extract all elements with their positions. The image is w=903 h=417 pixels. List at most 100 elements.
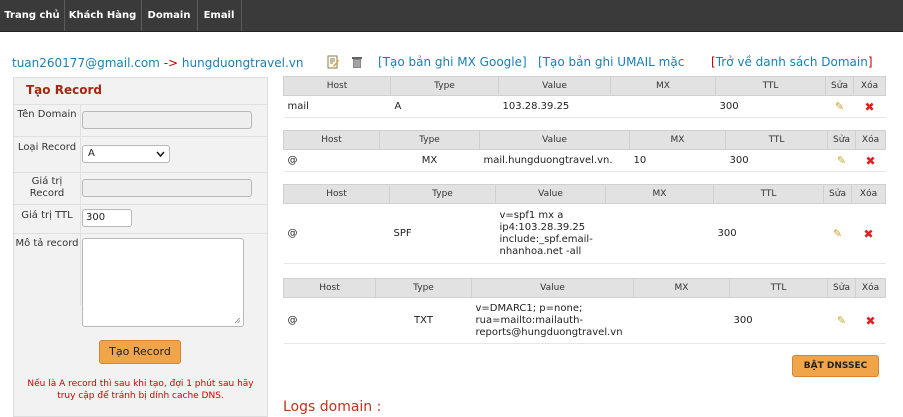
delete-cell[interactable]: ✖ — [853, 95, 886, 118]
table-row: mail A 103.28.39.25 300 ✎ ✖ — [283, 95, 886, 118]
value-input[interactable] — [82, 179, 252, 197]
divider — [80, 104, 81, 306]
record-ttl: 300 — [725, 149, 828, 172]
edit-cell[interactable]: ✎ — [827, 297, 856, 344]
arrow-text: -> — [163, 56, 179, 70]
desc-textarea[interactable] — [82, 238, 244, 327]
desc-label: Mô tả record — [15, 238, 79, 249]
record-mx — [605, 203, 714, 264]
create-umail-link[interactable]: [Tạo bản ghi UMAIL mặc — [538, 55, 684, 69]
pencil-icon[interactable]: ✎ — [837, 314, 846, 327]
record-table-spf: Host Type Value MX TTL Sửa Xóa @ SPF v=s… — [283, 184, 886, 264]
top-nav: Trang chủ Khách Hàng Domain Email — [0, 0, 903, 32]
ttl-input-value: 300 — [86, 212, 106, 223]
col-value: Value — [495, 184, 606, 204]
create-mx-google-link[interactable]: [Tạo bản ghi MX Google] — [378, 55, 527, 69]
record-value: v=spf1 mx a ip4:103.28.39.25 include:_sp… — [495, 203, 606, 264]
x-icon[interactable]: ✖ — [864, 100, 874, 114]
logs-domain-title: Logs domain : — [283, 399, 382, 415]
nav-customers[interactable]: Khách Hàng — [64, 0, 142, 31]
col-type: Type — [389, 184, 496, 204]
edit-doc-icon[interactable] — [326, 55, 340, 69]
record-type: MX — [379, 149, 480, 172]
value-label: Giá trị Record — [29, 176, 65, 199]
x-icon[interactable]: ✖ — [865, 154, 875, 168]
record-table-mx: Host Type Value MX TTL Sửa Xóa @ MX mail… — [283, 130, 886, 172]
edit-cell[interactable]: ✎ — [823, 203, 852, 264]
col-host: Host — [283, 278, 376, 298]
divider — [14, 172, 267, 173]
col-edit: Sửa — [823, 184, 852, 204]
pencil-icon[interactable]: ✎ — [837, 154, 846, 167]
record-host: @ — [283, 203, 390, 264]
nav-domain[interactable]: Domain — [141, 0, 198, 31]
domain-link[interactable]: hungduongtravel.vn — [182, 56, 304, 70]
record-mx — [610, 95, 716, 118]
record-mx — [633, 297, 730, 344]
col-ttl: TTL — [713, 184, 824, 204]
col-delete: Xóa — [851, 184, 886, 204]
col-ttl: TTL — [715, 76, 826, 96]
col-type: Type — [375, 278, 472, 298]
record-value: 103.28.39.25 — [498, 95, 611, 118]
create-record-button[interactable]: Tạo Record — [99, 340, 181, 364]
record-host: mail — [283, 95, 391, 118]
table-row: @ TXT v=DMARC1; p=none; rua=mailto:maila… — [283, 297, 886, 344]
record-value: mail.hungduongtravel.vn. — [479, 149, 630, 172]
table-header: Host Type Value MX TTL Sửa Xóa — [283, 130, 886, 150]
record-ttl: 300 — [729, 297, 828, 344]
col-value: Value — [479, 130, 630, 150]
create-record-panel: Tạo Record Tên Domain Loại Record A Giá … — [13, 77, 268, 417]
col-ttl: TTL — [725, 130, 828, 150]
x-icon[interactable]: ✖ — [865, 314, 875, 328]
nav-home[interactable]: Trang chủ — [0, 0, 65, 31]
col-mx: MX — [605, 184, 714, 204]
pencil-icon[interactable]: ✎ — [835, 100, 844, 113]
col-ttl: TTL — [729, 278, 828, 298]
enable-dnssec-button[interactable]: BẬT DNSSEC — [792, 355, 879, 377]
record-type: SPF — [389, 203, 496, 264]
delete-cell[interactable]: ✖ — [855, 297, 886, 344]
col-edit: Sửa — [827, 130, 856, 150]
col-value: Value — [498, 76, 611, 96]
record-type: TXT — [375, 297, 472, 344]
record-type: A — [390, 95, 499, 118]
trash-icon[interactable] — [350, 55, 364, 69]
record-ttl: 300 — [715, 95, 826, 118]
create-record-title: Tạo Record — [26, 83, 102, 97]
chevron-down-icon — [156, 151, 165, 158]
col-type: Type — [379, 130, 480, 150]
back-link-text: Trở về danh sách Domain — [715, 55, 868, 69]
bracket-close: ] — [867, 55, 873, 69]
host-input[interactable] — [82, 111, 252, 129]
customer-email-link[interactable]: tuan260177@gmail.com — [12, 56, 160, 70]
col-delete: Xóa — [855, 130, 886, 150]
col-mx: MX — [629, 130, 726, 150]
col-host: Host — [283, 130, 380, 150]
col-host: Host — [283, 184, 390, 204]
resize-grip-icon[interactable] — [234, 317, 241, 324]
col-type: Type — [390, 76, 499, 96]
x-icon[interactable]: ✖ — [863, 227, 873, 241]
pencil-icon[interactable]: ✎ — [833, 227, 842, 240]
col-edit: Sửa — [827, 278, 856, 298]
host-label: Tên Domain — [17, 109, 77, 120]
col-mx: MX — [610, 76, 716, 96]
edit-cell[interactable]: ✎ — [827, 149, 856, 172]
delete-cell[interactable]: ✖ — [851, 203, 886, 264]
col-mx: MX — [633, 278, 730, 298]
col-edit: Sửa — [825, 76, 854, 96]
back-to-domains-link[interactable]: [Trở về danh sách Domain] — [711, 55, 873, 69]
record-ttl: 300 — [713, 203, 824, 264]
record-mx: 10 — [629, 149, 726, 172]
edit-cell[interactable]: ✎ — [825, 95, 854, 118]
delete-cell[interactable]: ✖ — [855, 149, 886, 172]
type-select[interactable]: A — [82, 145, 170, 163]
col-delete: Xóa — [855, 278, 886, 298]
nav-email[interactable]: Email — [197, 0, 242, 31]
type-label: Loại Record — [17, 142, 77, 153]
type-select-value: A — [88, 148, 95, 159]
record-table-txt: Host Type Value MX TTL Sửa Xóa @ TXT v=D… — [283, 278, 886, 344]
ttl-input[interactable]: 300 — [82, 209, 132, 227]
record-value: v=DMARC1; p=none; rua=mailto:mailauth-re… — [471, 297, 634, 344]
